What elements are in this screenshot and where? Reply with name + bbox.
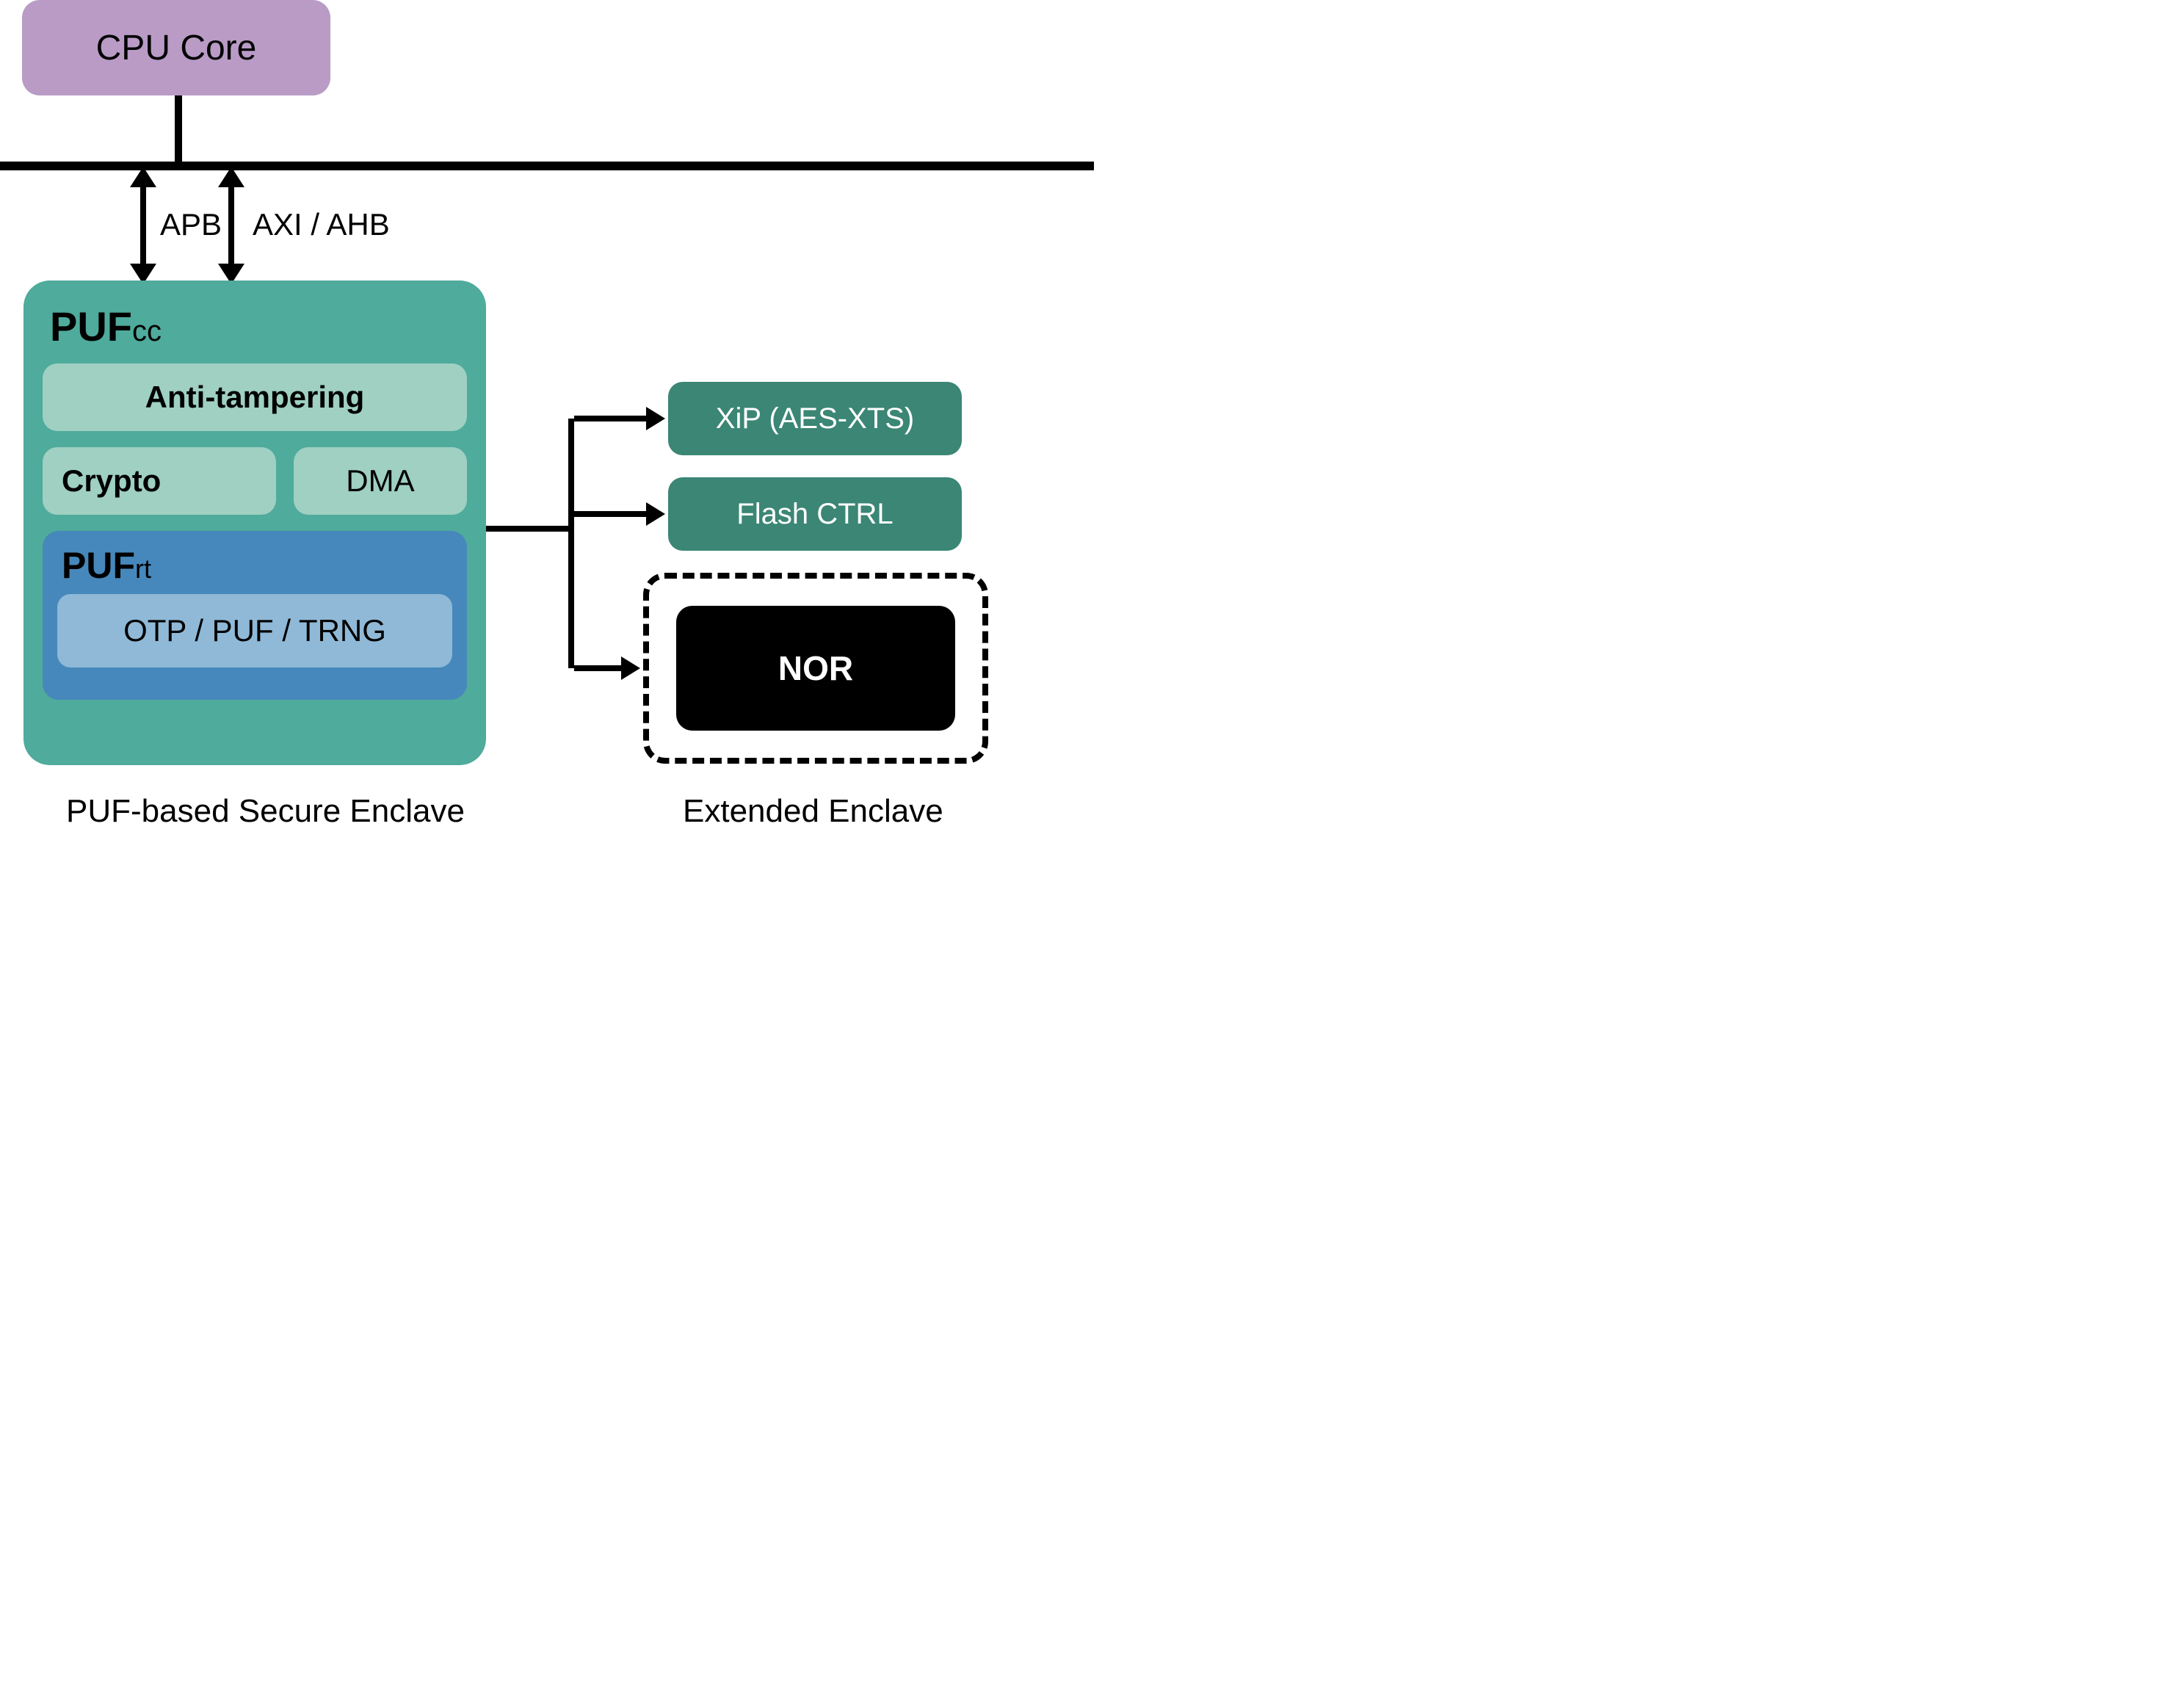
branch-to-nor: [574, 665, 626, 671]
pufrt-title-suffix: rt: [135, 554, 151, 584]
xip-label: XiP (AES-XTS): [716, 402, 914, 435]
arrowhead-flash-icon: [646, 502, 665, 526]
anti-tampering-block: Anti-tampering: [43, 363, 467, 431]
dma-label: DMA: [346, 463, 414, 499]
axi-ahb-label: AXI / AHB: [253, 207, 390, 242]
flash-ctrl-label: Flash CTRL: [736, 498, 893, 531]
crypto-block: Crypto: [43, 447, 276, 515]
flash-ctrl-block: Flash CTRL: [668, 477, 962, 551]
otp-puf-trng-label: OTP / PUF / TRNG: [123, 613, 386, 648]
pufcc-title: PUFcc: [50, 303, 460, 350]
pufcc-branch-vertical: [568, 419, 574, 668]
dma-block: DMA: [294, 447, 467, 515]
cpu-core-label: CPU Core: [96, 28, 257, 68]
apb-label: APB: [160, 207, 222, 242]
nor-label: NOR: [778, 648, 853, 688]
apb-arrow: [132, 170, 154, 281]
arrowhead-xip-icon: [646, 407, 665, 430]
axi-ahb-arrow: [220, 170, 242, 281]
branch-to-flash: [574, 511, 649, 517]
otp-puf-trng-block: OTP / PUF / TRNG: [57, 594, 452, 667]
pufcc-block: PUFcc Anti-tampering Crypto DMA PUFrt OT…: [23, 281, 486, 765]
crypto-label: Crypto: [62, 463, 161, 499]
system-bus-line: [0, 162, 1094, 170]
anti-tampering-label: Anti-tampering: [145, 380, 365, 415]
external-memory-group: NOR: [643, 573, 988, 764]
branch-to-xip: [574, 416, 649, 421]
pufrt-title: PUFrt: [62, 544, 448, 587]
xip-block: XiP (AES-XTS): [668, 382, 962, 455]
cpu-bus-connector: [175, 95, 182, 162]
caption-secure-enclave: PUF-based Secure Enclave: [66, 793, 465, 830]
pufcc-title-suffix: cc: [132, 315, 162, 347]
pufcc-branch-stub: [486, 526, 574, 532]
pufcc-title-main: PUF: [50, 303, 132, 350]
pufrt-block: PUFrt OTP / PUF / TRNG: [43, 531, 467, 700]
pufrt-title-main: PUF: [62, 545, 135, 586]
arrowhead-nor-icon: [621, 656, 640, 680]
cpu-core-block: CPU Core: [22, 0, 330, 95]
nor-block: NOR: [676, 606, 955, 731]
caption-extended-enclave: Extended Enclave: [683, 793, 943, 830]
diagram-canvas: CPU Core APB AXI / AHB PUFcc Anti-tamper…: [0, 0, 1087, 881]
